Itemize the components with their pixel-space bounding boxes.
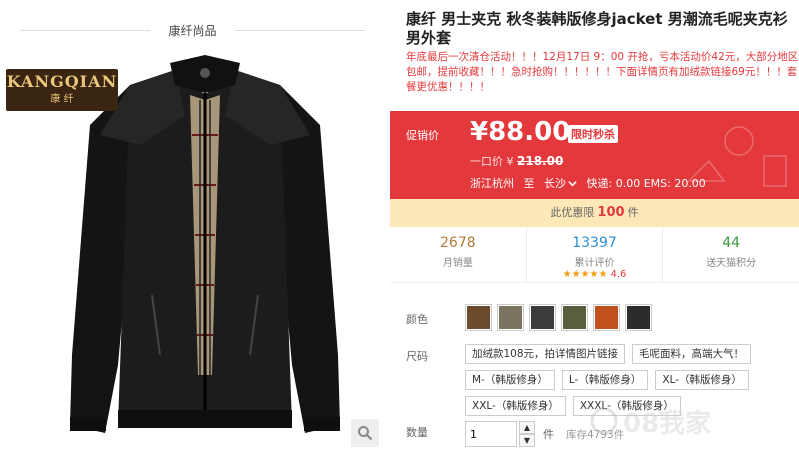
- color-swatches: [465, 304, 652, 331]
- watermark-text: 08我家: [623, 408, 712, 439]
- ship-to-word: 至: [523, 177, 535, 190]
- quantity-unit: 件: [543, 428, 554, 441]
- rating-stars: ★★★★★ 4.6: [527, 269, 663, 280]
- size-option[interactable]: XL-（韩版修身）: [655, 370, 749, 390]
- size-option[interactable]: XXL-（韩版修身）: [465, 396, 566, 416]
- limit-suffix: 件: [627, 206, 639, 219]
- quantity-input[interactable]: [465, 421, 517, 447]
- promo-price: ¥88.00: [470, 117, 571, 147]
- stat-value: 44: [722, 235, 741, 251]
- brand-logo-en: KANGQIAN: [6, 72, 118, 91]
- original-price-label: 一口价 ¥: [470, 155, 514, 168]
- color-swatch[interactable]: [529, 304, 556, 331]
- ship-from: 浙江杭州: [470, 177, 514, 190]
- size-option[interactable]: M-（韩版修身）: [465, 370, 555, 390]
- price-panel: 促销价 ¥88.00 限时秒杀 一口价 ¥ 218.00 浙江杭州 至 长沙 快…: [390, 111, 799, 199]
- promo-price-label: 促销价: [406, 129, 439, 142]
- stat-reviews[interactable]: 13397 累计评价 ★★★★★ 4.6: [525, 227, 663, 282]
- limit-count: 100: [597, 205, 625, 220]
- original-price-value: 218.00: [517, 154, 564, 168]
- original-price: 一口价 ¥ 218.00: [470, 153, 563, 169]
- stat-value: 2678: [440, 235, 476, 251]
- magnifier-icon: [358, 426, 373, 441]
- watermark-logo-icon: [590, 407, 618, 435]
- product-main-image[interactable]: KANGQIAN 康 纤: [0, 45, 385, 453]
- quantity-stepper: ▲ ▼: [519, 421, 535, 447]
- size-label: 尺码: [406, 350, 428, 363]
- ship-destination: 长沙: [544, 177, 566, 190]
- product-title: 康纤 男士夹克 秋冬装韩版修身jacket 男潮流毛呢夹克衫男外套: [406, 10, 788, 47]
- promo-description: 年底最后一次清仓活动！！！12月17日 9：00 开抢，亏本活动价42元，大部分…: [406, 51, 799, 93]
- color-swatch[interactable]: [593, 304, 620, 331]
- decrement-button[interactable]: ▼: [519, 434, 535, 447]
- limit-prefix: 此优惠限: [550, 206, 595, 219]
- increment-button[interactable]: ▲: [519, 421, 535, 434]
- color-swatch[interactable]: [561, 304, 588, 331]
- shop-brand-header: 康纤尚品: [20, 20, 365, 40]
- chevron-down-icon: [568, 180, 577, 186]
- product-gallery: 康纤尚品 KANGQIAN 康 纤: [0, 0, 390, 453]
- ship-fees: 快递: 0.00 EMS: 20.00: [586, 177, 706, 190]
- color-swatch[interactable]: [497, 304, 524, 331]
- flash-sale-badge: 限时秒杀: [568, 125, 618, 143]
- star-icons: ★★★★★: [562, 269, 608, 280]
- size-option[interactable]: L-（韩版修身）: [561, 370, 649, 390]
- brand-logo-cn: 康 纤: [50, 94, 74, 105]
- shipping-info: 浙江杭州 至 长沙 快递: 0.00 EMS: 20.00: [470, 175, 706, 191]
- stat-label: 累计评价: [574, 258, 615, 269]
- site-watermark: 08我家: [589, 403, 779, 439]
- stat-value: 13397: [572, 235, 617, 251]
- color-swatch[interactable]: [465, 304, 492, 331]
- stat-label: 月销量: [442, 258, 473, 269]
- jacket-image: [70, 55, 340, 433]
- ship-destination-select[interactable]: 长沙: [544, 175, 577, 191]
- divider: [235, 30, 365, 31]
- color-label: 颜色: [406, 313, 428, 326]
- stat-label: 送天猫积分: [706, 258, 757, 269]
- quantity-label: 数量: [406, 426, 428, 439]
- product-info: 康纤 男士夹克 秋冬装韩版修身jacket 男潮流毛呢夹克衫男外套 年底最后一次…: [390, 0, 799, 453]
- stat-points: 44 送天猫积分: [662, 227, 799, 282]
- rating-score: 4.6: [610, 269, 627, 280]
- brand-logo: KANGQIAN 康 纤: [6, 69, 118, 111]
- size-option[interactable]: 加绒款108元，拍详情图片链接: [465, 344, 626, 364]
- purchase-limit-bar: 此优惠限 100 件: [390, 199, 799, 227]
- color-swatch[interactable]: [625, 304, 652, 331]
- zoom-button[interactable]: [351, 419, 379, 447]
- stat-monthly-sales: 2678 月销量: [390, 227, 526, 282]
- size-option[interactable]: 毛呢面料，高端大气！: [632, 344, 752, 364]
- sales-stats: 2678 月销量 13397 累计评价 ★★★★★ 4.6 44 送天猫积分: [390, 227, 799, 283]
